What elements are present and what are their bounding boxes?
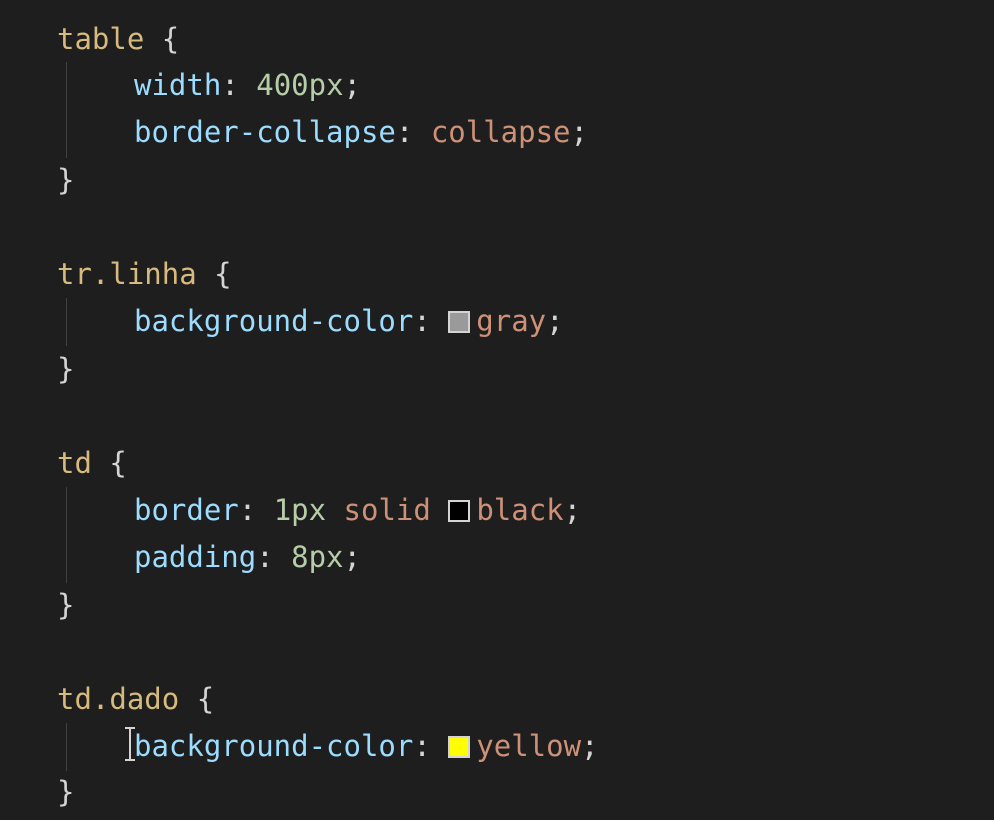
- css-value: collapse: [430, 115, 571, 149]
- css-property: background-color: [134, 729, 414, 763]
- indent-guide: [66, 62, 67, 158]
- css-value: solid: [343, 493, 431, 527]
- color-swatch-icon[interactable]: [448, 500, 471, 522]
- css-value-number: 400px: [256, 68, 344, 102]
- code-line[interactable]: }: [57, 772, 74, 812]
- css-value: black: [476, 493, 564, 527]
- semicolon: ;: [343, 68, 362, 102]
- close-brace: }: [57, 588, 75, 622]
- css-value-number: 1px: [273, 493, 327, 527]
- code-line[interactable]: border: 1px solid black;: [134, 490, 581, 530]
- code-line[interactable]: td.dado {: [57, 679, 214, 719]
- code-line[interactable]: tr.linha {: [57, 254, 232, 294]
- code-line[interactable]: width: 400px;: [134, 65, 361, 105]
- text-cursor-icon: [125, 727, 137, 761]
- indent-guide: [66, 298, 67, 346]
- color-swatch-icon[interactable]: [448, 311, 471, 333]
- code-line[interactable]: table {: [57, 19, 179, 59]
- indent-guide: [66, 723, 67, 771]
- code-line[interactable]: }: [57, 585, 74, 625]
- css-selector: tr.linha: [57, 257, 197, 291]
- semicolon: ;: [563, 493, 582, 527]
- code-editor[interactable]: table { width: 400px; border-collapse: c…: [0, 0, 994, 820]
- code-line[interactable]: padding: 8px;: [134, 537, 361, 577]
- code-line[interactable]: td {: [57, 443, 127, 483]
- css-property: border: [134, 493, 239, 527]
- css-value: gray: [476, 304, 547, 338]
- css-property: background-color: [134, 304, 414, 338]
- code-line[interactable]: }: [57, 349, 74, 389]
- indent-guide: [66, 487, 67, 583]
- color-swatch-icon[interactable]: [448, 736, 471, 758]
- css-selector: table: [57, 22, 145, 56]
- semicolon: ;: [581, 729, 599, 763]
- close-brace: }: [57, 352, 75, 386]
- css-selector: td.dado: [57, 682, 180, 716]
- open-brace: {: [109, 446, 127, 480]
- close-brace: }: [57, 163, 75, 197]
- css-selector: td: [57, 446, 92, 480]
- semicolon: ;: [570, 115, 588, 149]
- code-line[interactable]: background-color: gray;: [134, 301, 564, 341]
- semicolon: ;: [343, 540, 361, 574]
- code-line[interactable]: background-color: yellow;: [134, 726, 599, 766]
- css-property: padding: [134, 540, 257, 574]
- semicolon: ;: [546, 304, 564, 338]
- css-property: border-collapse: [134, 115, 396, 149]
- css-property: width: [134, 68, 222, 102]
- open-brace: {: [196, 682, 215, 716]
- css-value: yellow: [476, 729, 582, 763]
- open-brace: {: [214, 257, 232, 291]
- open-brace: {: [161, 22, 180, 56]
- code-line[interactable]: }: [57, 160, 74, 200]
- code-line[interactable]: border-collapse: collapse;: [134, 112, 588, 152]
- css-value-number: 8px: [291, 540, 344, 574]
- close-brace: }: [57, 775, 75, 809]
